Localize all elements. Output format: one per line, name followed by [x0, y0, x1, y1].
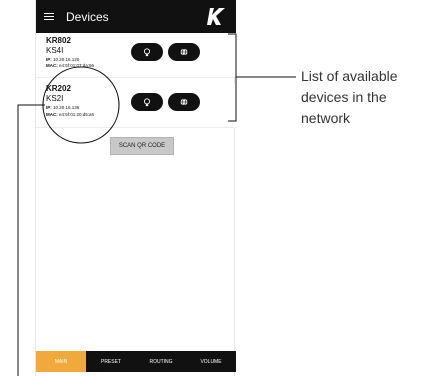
callout-overlay — [17, 33, 296, 376]
annotation-label: List of available devices in the network — [301, 68, 398, 126]
highlight-circle — [42, 66, 120, 144]
callout-line-left — [17, 104, 45, 376]
list-bracket — [228, 33, 237, 122]
